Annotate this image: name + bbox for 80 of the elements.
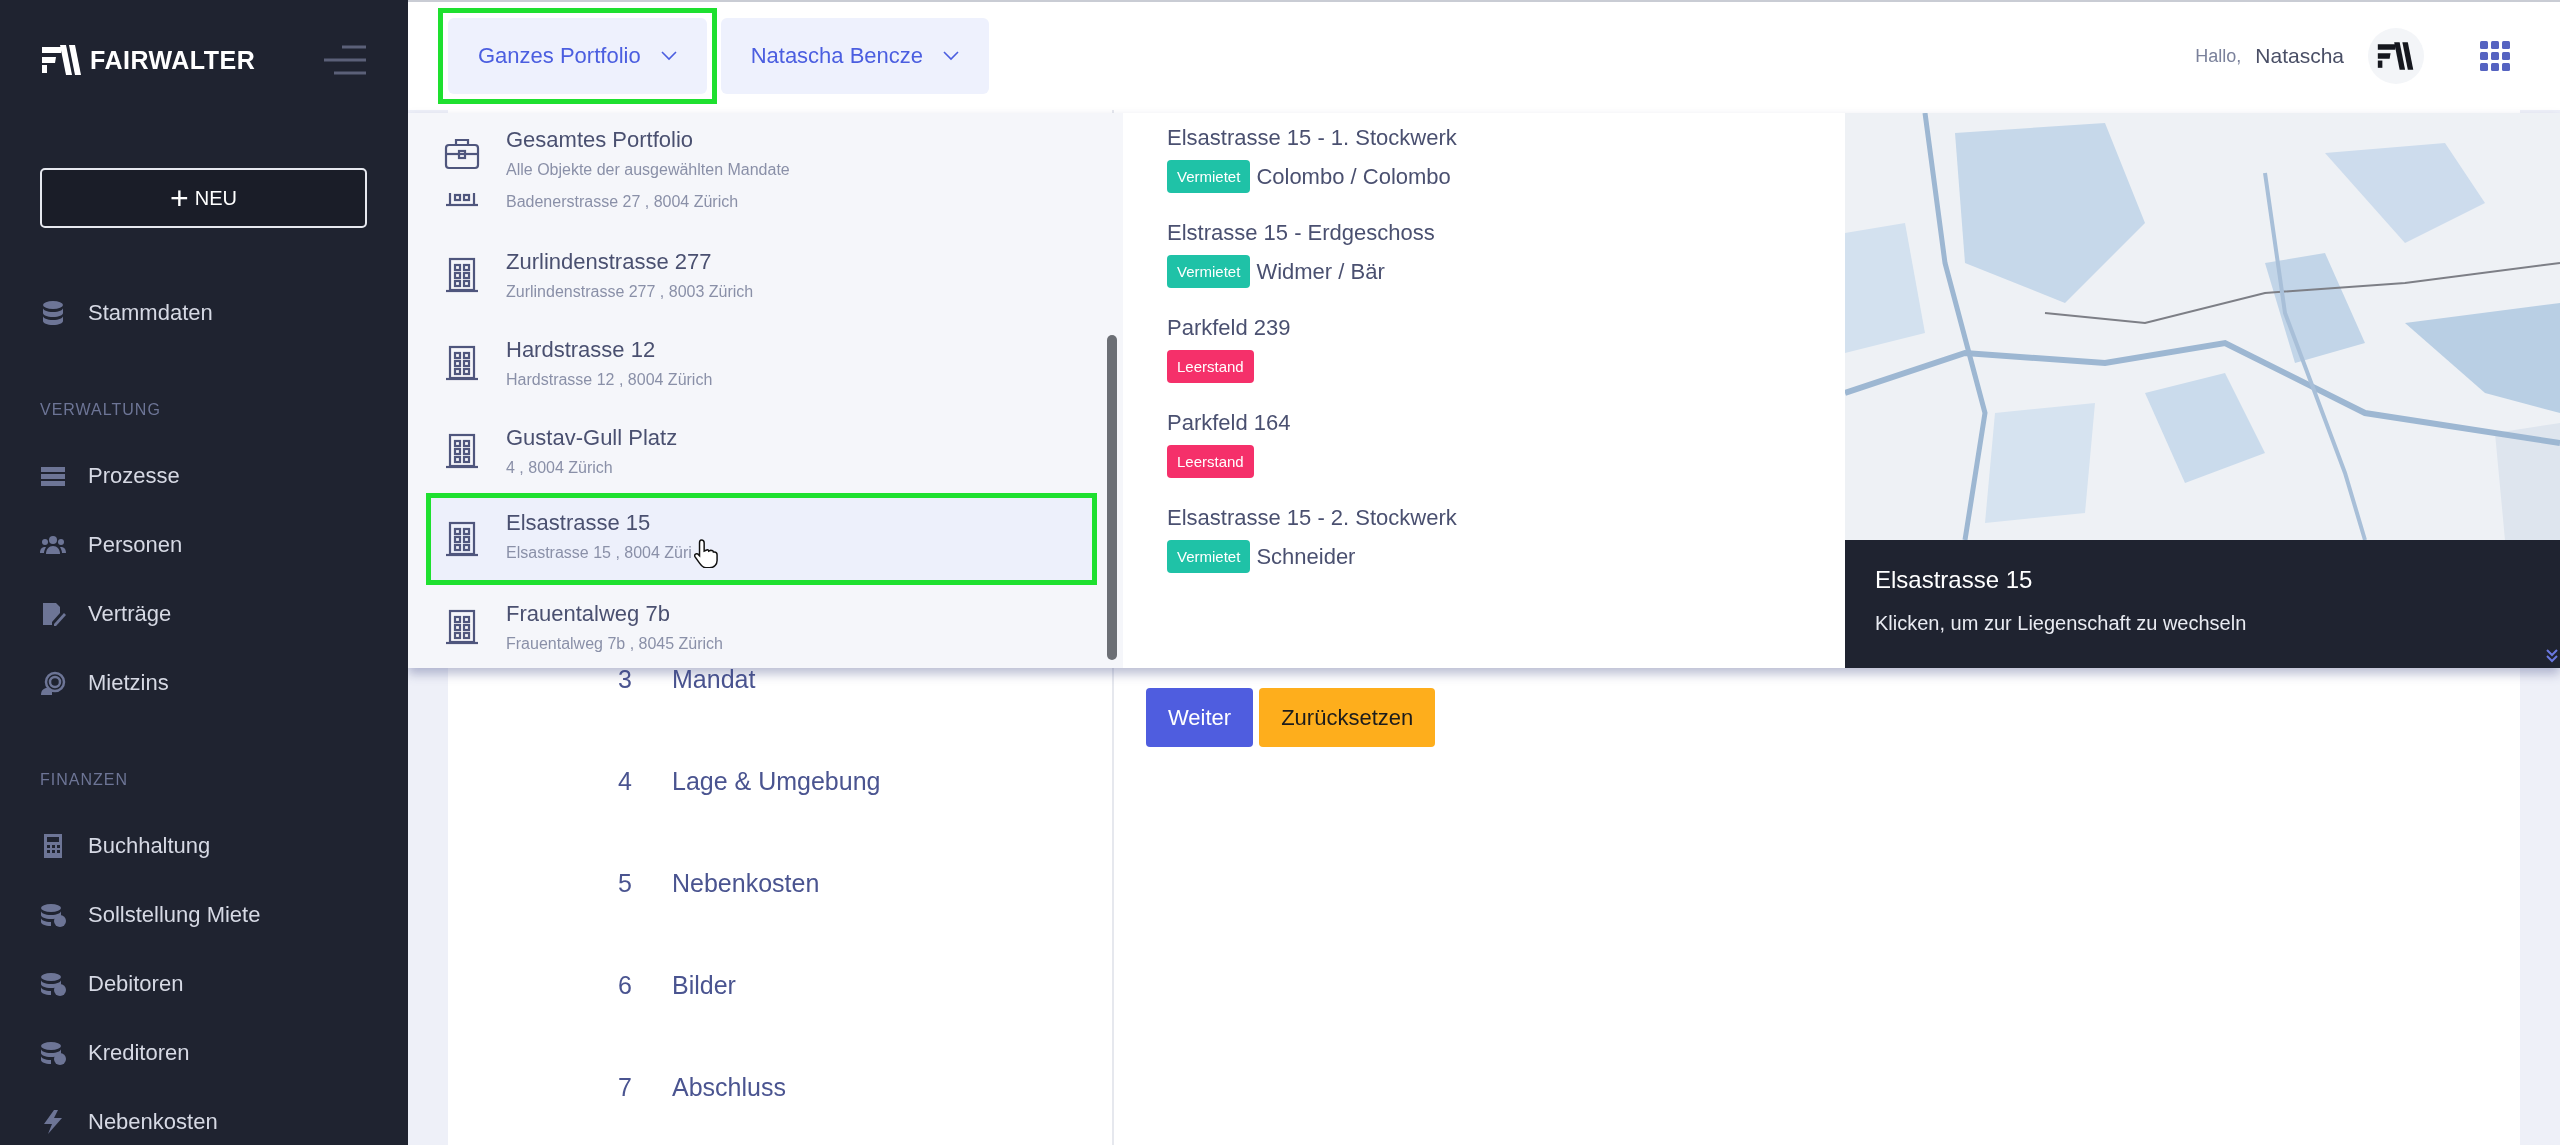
property-address: 4 , 8004 Zürich: [506, 459, 613, 477]
sidebar-item[interactable]: Sollstellung Miete: [40, 880, 368, 949]
apps-grid-icon[interactable]: [2480, 41, 2510, 71]
sidebar-item[interactable]: Kreditoren: [40, 1018, 368, 1087]
property-address: Elsastrasse 15 , 8004 Züri: [506, 544, 692, 562]
sidebar-item[interactable]: Nebenkosten: [40, 1087, 368, 1145]
property-item[interactable]: Gustav-Gull Platz 4 , 8004 Zürich: [408, 407, 1083, 495]
menu-icon[interactable]: [322, 45, 368, 75]
sidebar-item[interactable]: Verträge: [40, 579, 368, 648]
sidebar-item[interactable]: Stammdaten: [40, 278, 368, 347]
property-name: Elsastrasse 15: [506, 510, 652, 536]
logo-text: FAIRWALTER: [90, 45, 256, 75]
building-icon: [444, 345, 480, 381]
unit-name[interactable]: Parkfeld 239: [1167, 315, 1291, 341]
sidebar-item[interactable]: Debitoren: [40, 949, 368, 1018]
double-chevron-down-icon[interactable]: [2546, 648, 2558, 664]
property-address: Hardstrasse 12 , 8004 Zürich: [506, 371, 713, 389]
step-label[interactable]: Bilder: [672, 970, 736, 1000]
property-item[interactable]: Zurlindenstrasse 277 Zurlindenstrasse 277 , 8003 Zürich: [408, 231, 1083, 319]
building-icon: [444, 521, 480, 557]
building-icon: [444, 433, 480, 469]
coins-icon: [40, 1039, 66, 1066]
unit-name[interactable]: Elsastrasse 15 - 1. Stockwerk: [1167, 125, 1457, 151]
tenant-name: Widmer / Bär: [1256, 258, 1385, 285]
coins-icon: [40, 970, 66, 997]
logo-icon: [40, 42, 84, 78]
document-edit-icon: [40, 600, 66, 627]
user-name: Natascha: [2255, 44, 2344, 68]
property-name: Zurlindenstrasse 277: [506, 249, 713, 275]
step-label[interactable]: Lage & Umgebung: [672, 766, 881, 796]
reset-button[interactable]: Zurücksetzen: [1259, 688, 1436, 747]
map-caption-hint: Klicken, um zur Liegenschaft zu wechseln: [1875, 612, 2248, 635]
status-tag: Leerstand: [1167, 350, 1254, 383]
tenant-name: Schneider: [1256, 543, 1356, 570]
section-heading: VERWALTUNG: [40, 400, 162, 420]
status-tag: Vermietet: [1167, 540, 1251, 573]
greeting-text: Hallo,: [2195, 45, 2242, 67]
coin-hand-icon: [40, 669, 66, 696]
unit-name[interactable]: Elstrasse 15 - Erdgeschoss: [1167, 220, 1435, 246]
building-icon: [444, 193, 480, 207]
step-number: 7: [618, 1072, 633, 1102]
status-tag: Vermietet: [1167, 255, 1251, 288]
property-name: Gesamtes Portfolio: [506, 127, 695, 153]
property-name: Hardstrasse 12: [506, 337, 657, 363]
step-number: 5: [618, 868, 633, 898]
dropdown-button[interactable]: Natascha Bencze: [720, 18, 990, 94]
chevron-down-icon: [660, 51, 677, 61]
coins-icon: [40, 901, 66, 928]
unit-name[interactable]: Elsastrasse 15 - 2. Stockwerk: [1167, 505, 1457, 531]
step-number: 6: [618, 970, 633, 1000]
section-heading: FINANZEN: [40, 770, 129, 790]
hand-cursor-icon: [693, 538, 718, 568]
status-tag: Leerstand: [1167, 445, 1254, 478]
chevron-down-icon: [943, 51, 960, 61]
dropdown-button[interactable]: Ganzes Portfolio: [448, 18, 707, 94]
sidebar-item[interactable]: Personen: [40, 510, 368, 579]
sidebar-item[interactable]: Prozesse: [40, 441, 368, 510]
step-label[interactable]: Nebenkosten: [672, 868, 820, 898]
next-button[interactable]: Weiter: [1146, 688, 1254, 747]
map-caption-title: Elsastrasse 15: [1875, 566, 2034, 594]
sidebar-item[interactable]: Mietzins: [40, 648, 368, 717]
property-address: Alle Objekte der ausgewählten Mandate: [506, 161, 790, 179]
database-icon: [40, 299, 66, 326]
step-number: 4: [618, 766, 633, 796]
property-name: Frauentalweg 7b: [506, 601, 671, 627]
status-tag: Vermietet: [1167, 160, 1251, 193]
property-name: Gustav-Gull Platz: [506, 425, 678, 451]
property-address: Frauentalweg 7b , 8045 Zürich: [506, 635, 723, 653]
property-item[interactable]: Elsastrasse 15 Elsastrasse 15 , 8004 Züri: [428, 495, 1095, 583]
property-address: Badenerstrasse 27 , 8004 Zürich: [506, 193, 739, 211]
property-item[interactable]: Gesamtes Portfolio Alle Objekte der ausgewählten Mandate: [408, 113, 1083, 193]
step-label[interactable]: Abschluss: [672, 1072, 786, 1102]
property-address: Zurlindenstrasse 277 , 8003 Zürich: [506, 283, 754, 301]
unit-name[interactable]: Parkfeld 164: [1167, 410, 1291, 436]
tenant-name: Colombo / Colombo: [1256, 163, 1451, 190]
building-icon: [444, 257, 480, 293]
building-icon: [444, 609, 480, 645]
sidebar-item[interactable]: Buchhaltung: [40, 811, 368, 880]
property-item[interactable]: Hardstrasse 12 Hardstrasse 12 , 8004 Zürich: [408, 319, 1083, 407]
scrollbar[interactable]: [1107, 335, 1117, 660]
